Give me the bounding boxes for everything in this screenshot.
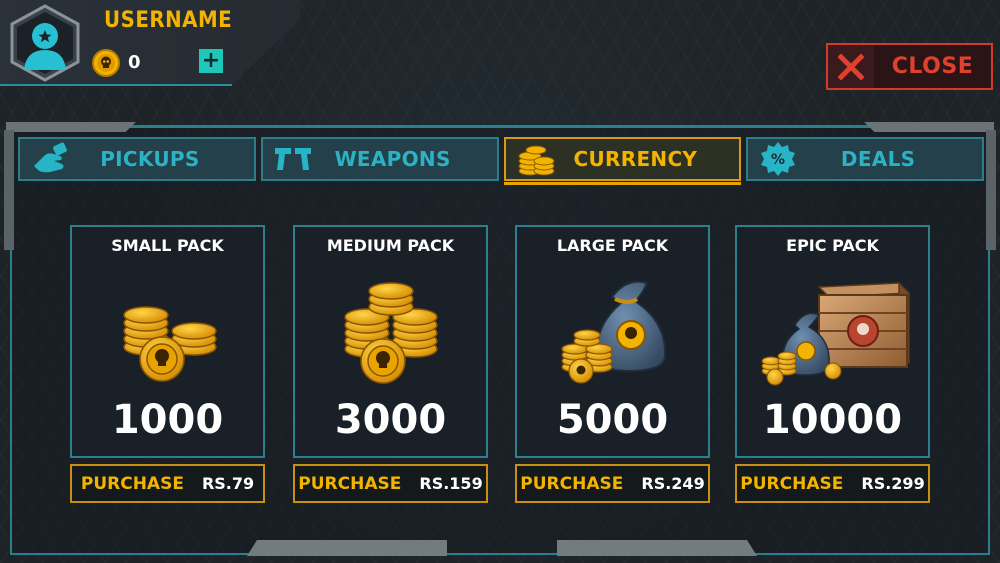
tab-label: CURRENCY [573, 147, 698, 171]
purchase-price: RS.79 [201, 474, 255, 493]
frame-bracket-right [864, 122, 994, 132]
currency-count: 0 [128, 52, 141, 73]
username-label: USERNAME [104, 8, 233, 33]
purchase-label: PURCHASE [740, 473, 844, 494]
pack-card-medium[interactable]: MEDIUM PACK 3000 [293, 225, 488, 458]
tab-currency[interactable]: CURRENCY [503, 137, 742, 185]
profile-panel-edge [0, 84, 232, 86]
crate-icon [761, 281, 911, 386]
pistols-icon [263, 139, 323, 179]
pack-card-large[interactable]: LARGE PACK 5000 [515, 225, 710, 458]
skull-coin-icon [92, 49, 120, 77]
purchase-button-epic[interactable]: PURCHASE RS.299 [735, 464, 930, 503]
purchase-price: RS.299 [861, 474, 925, 493]
add-currency-button[interactable]: + [199, 49, 223, 73]
percent-badge-icon: % [748, 139, 808, 179]
purchase-button-small[interactable]: PURCHASE RS.79 [70, 464, 265, 503]
coin-stacks-icon [123, 306, 217, 382]
close-label: CLOSE [891, 54, 974, 79]
pack-grid: SMALL PACK 1000 PURCHASE RS.79 MEDIUM PA… [70, 225, 930, 505]
pack-title: MEDIUM PACK [326, 236, 455, 255]
tab-label: PICKUPS [100, 147, 200, 171]
category-tabs: PICKUPS WEAPONS CURRENCY % DEALS [18, 137, 984, 185]
pack-amount: 1000 [111, 397, 224, 443]
tab-deals[interactable]: % DEALS [746, 137, 984, 181]
frame-side-right [986, 130, 996, 250]
pack-amount: 5000 [556, 397, 669, 443]
pack-amount: 10000 [762, 397, 903, 443]
close-icon [828, 45, 874, 88]
frame-bottom-bar-left [247, 540, 447, 556]
purchase-label: PURCHASE [520, 473, 624, 494]
avatar-icon[interactable] [6, 4, 84, 82]
tab-pickups[interactable]: PICKUPS [18, 137, 256, 181]
tab-weapons[interactable]: WEAPONS [260, 137, 499, 181]
coin-stack-icon [506, 139, 566, 179]
pack-title: SMALL PACK [111, 236, 224, 255]
purchase-label: PURCHASE [80, 473, 184, 494]
tab-label: WEAPONS [334, 147, 451, 171]
frame-side-left [4, 130, 14, 250]
coin-pile-icon [344, 282, 438, 384]
svg-text:%: % [771, 152, 785, 168]
pack-card-small[interactable]: SMALL PACK 1000 [70, 225, 265, 458]
pack-card-epic[interactable]: EPIC PACK 10000 [735, 225, 930, 458]
money-bag-icon [561, 280, 667, 384]
frame-bottom-bar-right [557, 540, 757, 556]
pack-amount: 3000 [334, 397, 447, 443]
pack-title: EPIC PACK [786, 236, 879, 255]
pickup-hand-icon [20, 139, 80, 179]
pack-title: LARGE PACK [556, 236, 669, 255]
purchase-price: RS.249 [641, 474, 705, 493]
tab-label: DEALS [840, 147, 916, 171]
purchase-button-large[interactable]: PURCHASE RS.249 [515, 464, 710, 503]
frame-bracket-left [6, 122, 136, 132]
purchase-label: PURCHASE [298, 473, 402, 494]
purchase-price: RS.159 [419, 474, 483, 493]
purchase-button-medium[interactable]: PURCHASE RS.159 [293, 464, 488, 503]
close-button[interactable]: CLOSE [826, 43, 993, 90]
